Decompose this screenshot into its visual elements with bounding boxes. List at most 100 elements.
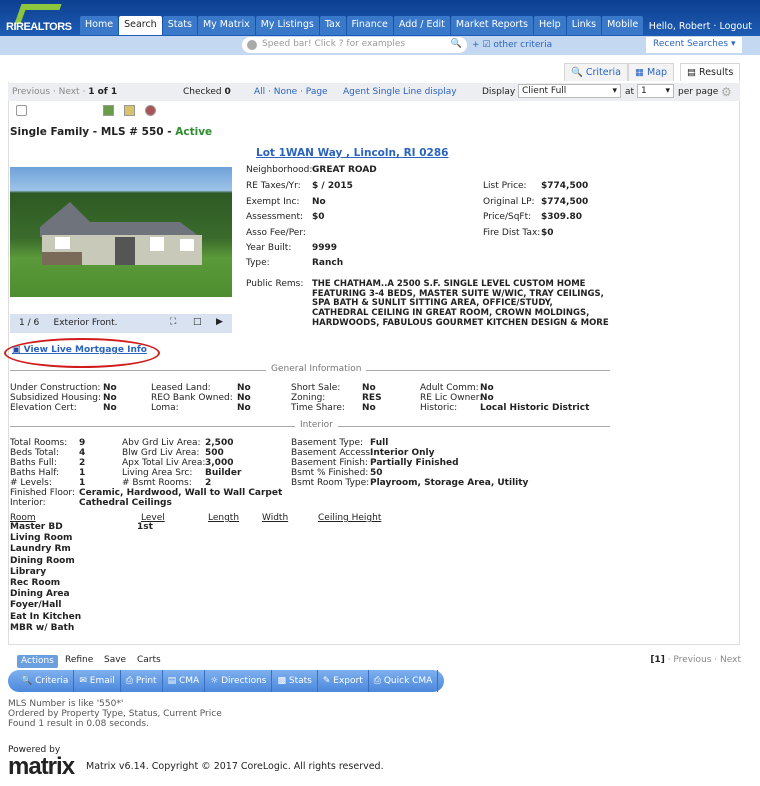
quick-cma-button[interactable]: ⎙ Quick CMA <box>369 670 439 692</box>
address-link[interactable]: Lot 1WAN Way , Lincoln, RI 0286 <box>256 147 448 159</box>
mortgage-info-link[interactable]: ▣ View Live Mortgage Info <box>12 345 147 355</box>
field-value: $ / 2015 <box>312 181 353 191</box>
nav-market-reports[interactable]: Market Reports <box>450 16 534 35</box>
field-value: GREAT ROAD <box>312 165 377 175</box>
criteria-icon: 🔍 <box>21 676 33 686</box>
order-summary: Ordered by Property Type, Status, Curren… <box>8 709 222 719</box>
export-icon: ✎ <box>322 676 331 686</box>
cma-icon: ▤ <box>167 676 177 686</box>
search-icon[interactable]: 🔍 <box>451 39 462 49</box>
settings-gear-icon[interactable]: ⚙ <box>721 85 732 99</box>
display-select[interactable]: Client Full ▾ <box>518 84 621 98</box>
field-value: Interior Only <box>370 448 435 458</box>
directions-button[interactable]: ☼ Directions <box>205 670 273 692</box>
field-value: No <box>237 393 251 403</box>
field-label: # Bsmt Rooms: <box>122 478 192 488</box>
bottom-pager[interactable]: [1] · Previous · Next <box>650 655 741 665</box>
recent-searches-dropdown[interactable]: Recent Searches ▾ <box>646 37 742 53</box>
other-criteria-toggle[interactable]: + ☑ other criteria <box>472 40 552 50</box>
house-image <box>40 202 202 265</box>
stats-button[interactable]: ▩ Stats <box>272 670 318 692</box>
tab-results[interactable]: ▤ Results <box>680 63 741 81</box>
result-summary: Found 1 result in 0.08 seconds. <box>8 719 149 729</box>
field-value: Local Historic District <box>480 403 590 413</box>
room-column-header: Length <box>208 513 240 523</box>
next-photo-icon[interactable]: ▶ <box>216 317 223 327</box>
nav-home[interactable]: Home <box>80 16 119 35</box>
at-label: at <box>625 87 635 97</box>
nav-stats[interactable]: Stats <box>162 16 197 35</box>
greeting-logout[interactable]: Hello, Robert · Logout <box>649 21 752 32</box>
room-name: Library <box>10 566 47 577</box>
field-label: Subsidized Housing: <box>10 393 101 403</box>
email-button[interactable]: ✉ Email <box>74 670 121 692</box>
main-nav: Home Search Stats My Matrix My Listings Tax Fi… <box>80 16 644 35</box>
tab-criteria[interactable]: 🔍 Criteria <box>564 63 628 81</box>
listing-photo[interactable] <box>10 167 232 297</box>
print-button[interactable]: ⎙ Print <box>121 670 163 692</box>
realtors-logo[interactable]: RIREALTORS <box>4 2 74 34</box>
select-checkbox[interactable] <box>16 105 27 116</box>
nav-mobile[interactable]: Mobile <box>602 16 644 35</box>
field-value: Playroom, Storage Area, Utility <box>370 478 529 488</box>
public-remarks-line: HARDWOODS, FABULOUS GOURMET KITCHEN DESI… <box>312 317 609 328</box>
field-label: Original LP: <box>483 197 535 207</box>
field-label: Under Construction: <box>10 383 101 393</box>
field-value: Ceramic, Hardwood, Wall to Wall Carpet <box>79 488 283 498</box>
nav-my-listings[interactable]: My Listings <box>255 16 319 35</box>
field-value: 2 <box>79 458 86 468</box>
nav-tax[interactable]: Tax <box>319 16 346 35</box>
agent-single-line-link[interactable]: Agent Single Line display <box>343 87 457 97</box>
field-value: Ranch <box>312 258 344 268</box>
history-icon[interactable] <box>145 105 156 116</box>
speed-bar-input[interactable]: Speed bar! Click ? for examples 🔍 <box>242 37 467 53</box>
field-value: No <box>103 383 117 393</box>
field-value: No <box>362 403 376 413</box>
field-value: 2 <box>205 478 212 488</box>
field-label: Loma: <box>151 403 179 413</box>
cma-button[interactable]: ▤ CMA <box>163 670 206 692</box>
field-value: 1 <box>79 478 86 488</box>
field-value: 50 <box>370 468 383 478</box>
per-page-select[interactable]: 1 ▾ <box>637 84 674 98</box>
nav-my-matrix[interactable]: My Matrix <box>197 16 255 35</box>
fullscreen-icon[interactable]: ⛶ <box>170 317 176 327</box>
room-level: 1st <box>137 522 153 532</box>
field-value: 1 <box>79 468 86 478</box>
field-value: No <box>237 403 251 413</box>
tab-map[interactable]: ▦ Map <box>628 63 675 81</box>
field-value: $309.80 <box>541 212 582 222</box>
copyright: Matrix v6.14. Copyright © 2017 CoreLogic… <box>86 761 384 772</box>
help-icon[interactable] <box>247 40 257 50</box>
field-label: Beds Total: <box>10 448 60 458</box>
field-value: 3,000 <box>205 458 234 468</box>
nav-help[interactable]: Help <box>534 16 566 35</box>
tab-carts[interactable]: Carts <box>137 655 161 665</box>
tab-refine[interactable]: Refine <box>65 655 93 665</box>
room-name: Living Room <box>10 533 73 544</box>
field-label: List Price: <box>483 181 527 191</box>
criteria-summary: MLS Number is like '550*' <box>8 699 124 709</box>
pager[interactable]: Previous · Next · 1 of 1 <box>12 87 117 97</box>
export-button[interactable]: ✎ Export <box>318 670 369 692</box>
email-icon: ✉ <box>79 676 87 686</box>
field-label: Basement Access: <box>291 448 374 458</box>
nav-finance[interactable]: Finance <box>346 16 393 35</box>
nav-links[interactable]: Links <box>566 16 602 35</box>
matrix-logo: matrix <box>8 753 75 780</box>
per-page-label: per page <box>678 87 719 97</box>
nav-search[interactable]: Search <box>119 16 162 35</box>
tab-save[interactable]: Save <box>104 655 126 665</box>
field-label: # Levels: <box>10 478 52 488</box>
field-value: 9999 <box>312 243 338 253</box>
room-name: Laundry Rm <box>10 544 71 555</box>
map-pin-icon[interactable] <box>124 105 135 116</box>
field-value: Builder <box>205 468 242 478</box>
field-label: Interior: <box>10 498 46 508</box>
criteria-button[interactable]: 🔍 Criteria <box>16 670 75 692</box>
photo-icon[interactable] <box>103 105 114 116</box>
popout-icon[interactable]: □ <box>193 317 202 327</box>
tab-actions[interactable]: Actions <box>17 655 58 668</box>
select-all-none-page[interactable]: All · None · Page <box>254 87 328 97</box>
nav-add-edit[interactable]: Add / Edit <box>393 16 450 35</box>
